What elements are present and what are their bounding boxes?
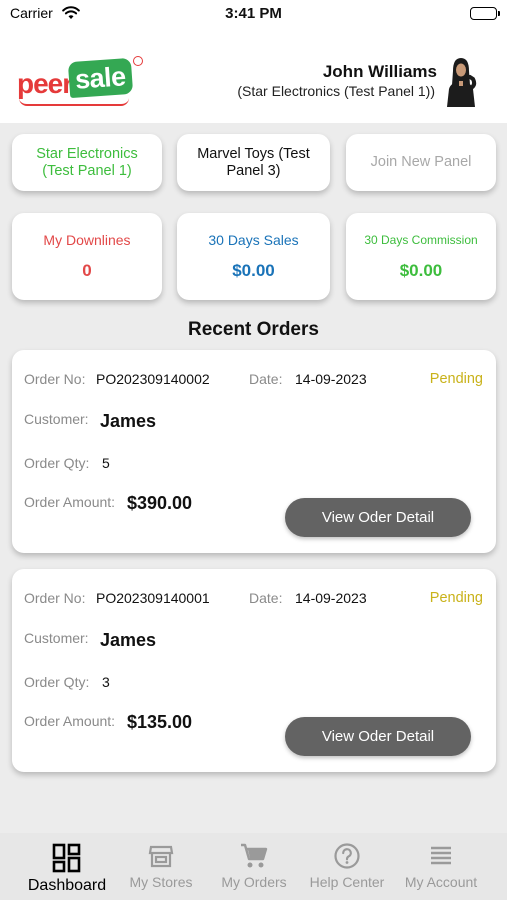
tab-my-orders[interactable]: My Orders — [208, 833, 300, 900]
tab-dashboard[interactable]: Dashboard — [17, 833, 117, 900]
status-bar: Carrier 3:41 PM — [0, 0, 507, 28]
logo-text-sale: sale — [74, 61, 127, 95]
order-qty-label: Order Qty: — [24, 455, 90, 471]
order-amount-label: Order Amount: — [24, 713, 116, 729]
menu-icon — [429, 843, 453, 872]
stat-label: 30 Days Sales — [208, 232, 299, 248]
customer-value: James — [100, 411, 157, 431]
order-card: Order No: PO202309140001 Date: 14-09-202… — [12, 569, 496, 772]
date-value: 14-09-2023 — [295, 371, 367, 387]
view-order-detail-button[interactable]: View Oder Detail — [285, 498, 471, 537]
status-badge: Pending — [429, 590, 483, 606]
stat-card-30-days-sales[interactable]: 30 Days Sales $0.00 — [177, 213, 330, 300]
order-card: Order No: PO202309140002 Date: 14-09-202… — [12, 350, 496, 553]
clock: 3:41 PM — [225, 5, 282, 22]
dashboard-icon — [52, 843, 82, 878]
date-value: 14-09-2023 — [295, 590, 367, 606]
customer-label: Customer: — [24, 411, 89, 427]
battery-icon — [470, 7, 500, 20]
stat-value: 0 — [82, 261, 92, 280]
peersale-logo[interactable]: peer sale — [17, 56, 147, 108]
help-icon — [334, 843, 360, 874]
tab-label: Dashboard — [27, 877, 107, 894]
user-name: John Williams — [322, 62, 437, 81]
stat-label: My Downlines — [43, 232, 131, 248]
panel-button-marvel-toys[interactable]: Marvel Toys (Test Panel 3) — [177, 134, 330, 191]
customer-value: James — [100, 630, 157, 650]
logo-ring — [133, 56, 143, 66]
cart-icon — [240, 843, 268, 874]
status-badge: Pending — [429, 371, 483, 387]
view-order-detail-button[interactable]: View Oder Detail — [285, 717, 471, 756]
tab-label: Help Center — [309, 874, 385, 890]
order-qty-value: 3 — [102, 674, 110, 690]
order-amount-value: $135.00 — [127, 712, 193, 732]
panel-button-star-electronics[interactable]: Star Electronics (Test Panel 1) — [12, 134, 162, 191]
order-no-value: PO202309140001 — [96, 590, 210, 606]
order-amount-value: $390.00 — [127, 493, 193, 513]
app-header: peer sale John Williams (Star Electronic… — [0, 28, 507, 123]
tab-help-center[interactable]: Help Center — [302, 833, 392, 900]
tab-my-account[interactable]: My Account — [396, 833, 486, 900]
tab-label: My Orders — [221, 874, 287, 890]
join-new-panel-button[interactable]: Join New Panel — [346, 134, 496, 191]
stat-card-downlines[interactable]: My Downlines 0 — [12, 213, 162, 300]
recent-orders-title: Recent Orders — [188, 319, 319, 340]
stat-card-30-days-commission[interactable]: 30 Days Commission $0.00 — [346, 213, 496, 300]
order-no-label: Order No: — [24, 590, 86, 606]
avatar[interactable] — [443, 55, 479, 107]
stat-value: $0.00 — [232, 261, 275, 280]
logo-text-peer: peer — [17, 68, 73, 99]
bottom-tab-bar: Dashboard My Stores My Orders Help Cente… — [0, 833, 507, 900]
order-qty-value: 5 — [102, 455, 110, 471]
order-qty-label: Order Qty: — [24, 674, 90, 690]
store-icon — [148, 843, 174, 874]
user-panel-name: (Star Electronics (Test Panel 1)) — [237, 83, 435, 99]
stat-label: 30 Days Commission — [364, 233, 478, 247]
date-label: Date: — [249, 371, 283, 387]
stat-value: $0.00 — [399, 261, 443, 280]
tab-label: My Stores — [129, 874, 193, 890]
tab-my-stores[interactable]: My Stores — [120, 833, 202, 900]
date-label: Date: — [249, 590, 283, 606]
logo-swoosh — [19, 98, 129, 106]
customer-label: Customer: — [24, 630, 89, 646]
tab-label: My Account — [404, 874, 478, 890]
order-no-value: PO202309140002 — [96, 371, 210, 387]
order-amount-label: Order Amount: — [24, 494, 116, 510]
logo-badge: sale — [67, 57, 133, 99]
order-no-label: Order No: — [24, 371, 86, 387]
